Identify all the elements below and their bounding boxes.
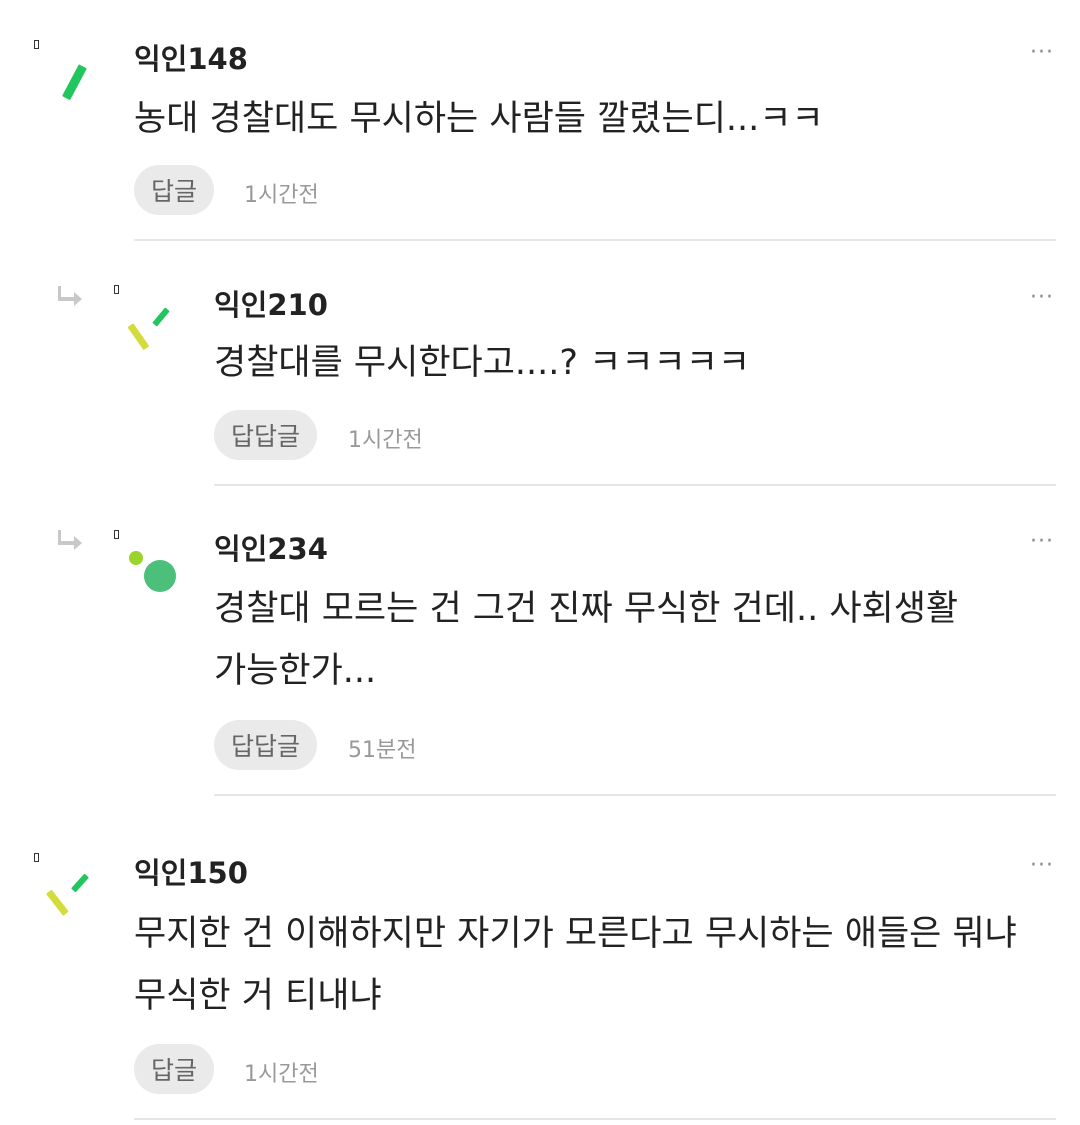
reply-arrow-icon <box>58 530 82 550</box>
comment-text: 농대 경찰대도 무시하는 사람들 깔렸는디...ㅋㅋ <box>134 99 824 139</box>
more-icon[interactable]: ··· <box>1030 42 1054 64</box>
more-icon[interactable]: ··· <box>1030 287 1054 309</box>
reply-button[interactable]: 답글 <box>134 1044 215 1094</box>
nickname[interactable]: 익인234 <box>214 526 328 568</box>
reply-button[interactable]: 답답글 <box>214 720 318 770</box>
timestamp: 1시간전 <box>348 428 423 453</box>
avatar[interactable] <box>34 40 104 120</box>
avatar-shape <box>127 307 170 350</box>
divider <box>214 484 1056 486</box>
avatar[interactable] <box>34 853 104 933</box>
reply-button[interactable]: 답글 <box>134 165 215 215</box>
nickname[interactable]: 익인150 <box>134 850 248 892</box>
timestamp: 1시간전 <box>244 1062 319 1087</box>
more-icon[interactable]: ··· <box>1030 531 1054 553</box>
nickname[interactable]: 익인148 <box>134 36 248 78</box>
timestamp: 51분전 <box>348 738 417 763</box>
avatar-shape <box>62 64 87 100</box>
divider <box>134 239 1056 241</box>
reply-button[interactable]: 답답글 <box>214 410 318 460</box>
comment-text: 경찰대 모르는 건 그건 진짜 무식한 건데.. 사회생활 가능한가... <box>214 589 959 691</box>
avatar[interactable] <box>114 285 184 365</box>
avatar-shape <box>46 873 89 916</box>
timestamp: 1시간전 <box>244 183 319 208</box>
divider <box>134 1118 1056 1120</box>
more-icon[interactable]: ··· <box>1030 855 1054 877</box>
comment-text: 무지한 건 이해하지만 자기가 모른다고 무시하는 애들은 뭐냐 무식한 거 티… <box>134 914 1017 1016</box>
nickname[interactable]: 익인210 <box>214 282 328 324</box>
reply-arrow-icon <box>58 286 82 306</box>
divider <box>214 794 1056 796</box>
avatar[interactable] <box>114 530 184 610</box>
comment-text: 경찰대를 무시한다고....? ㅋㅋㅋㅋㅋ <box>214 343 751 383</box>
avatar-shape <box>129 551 176 592</box>
